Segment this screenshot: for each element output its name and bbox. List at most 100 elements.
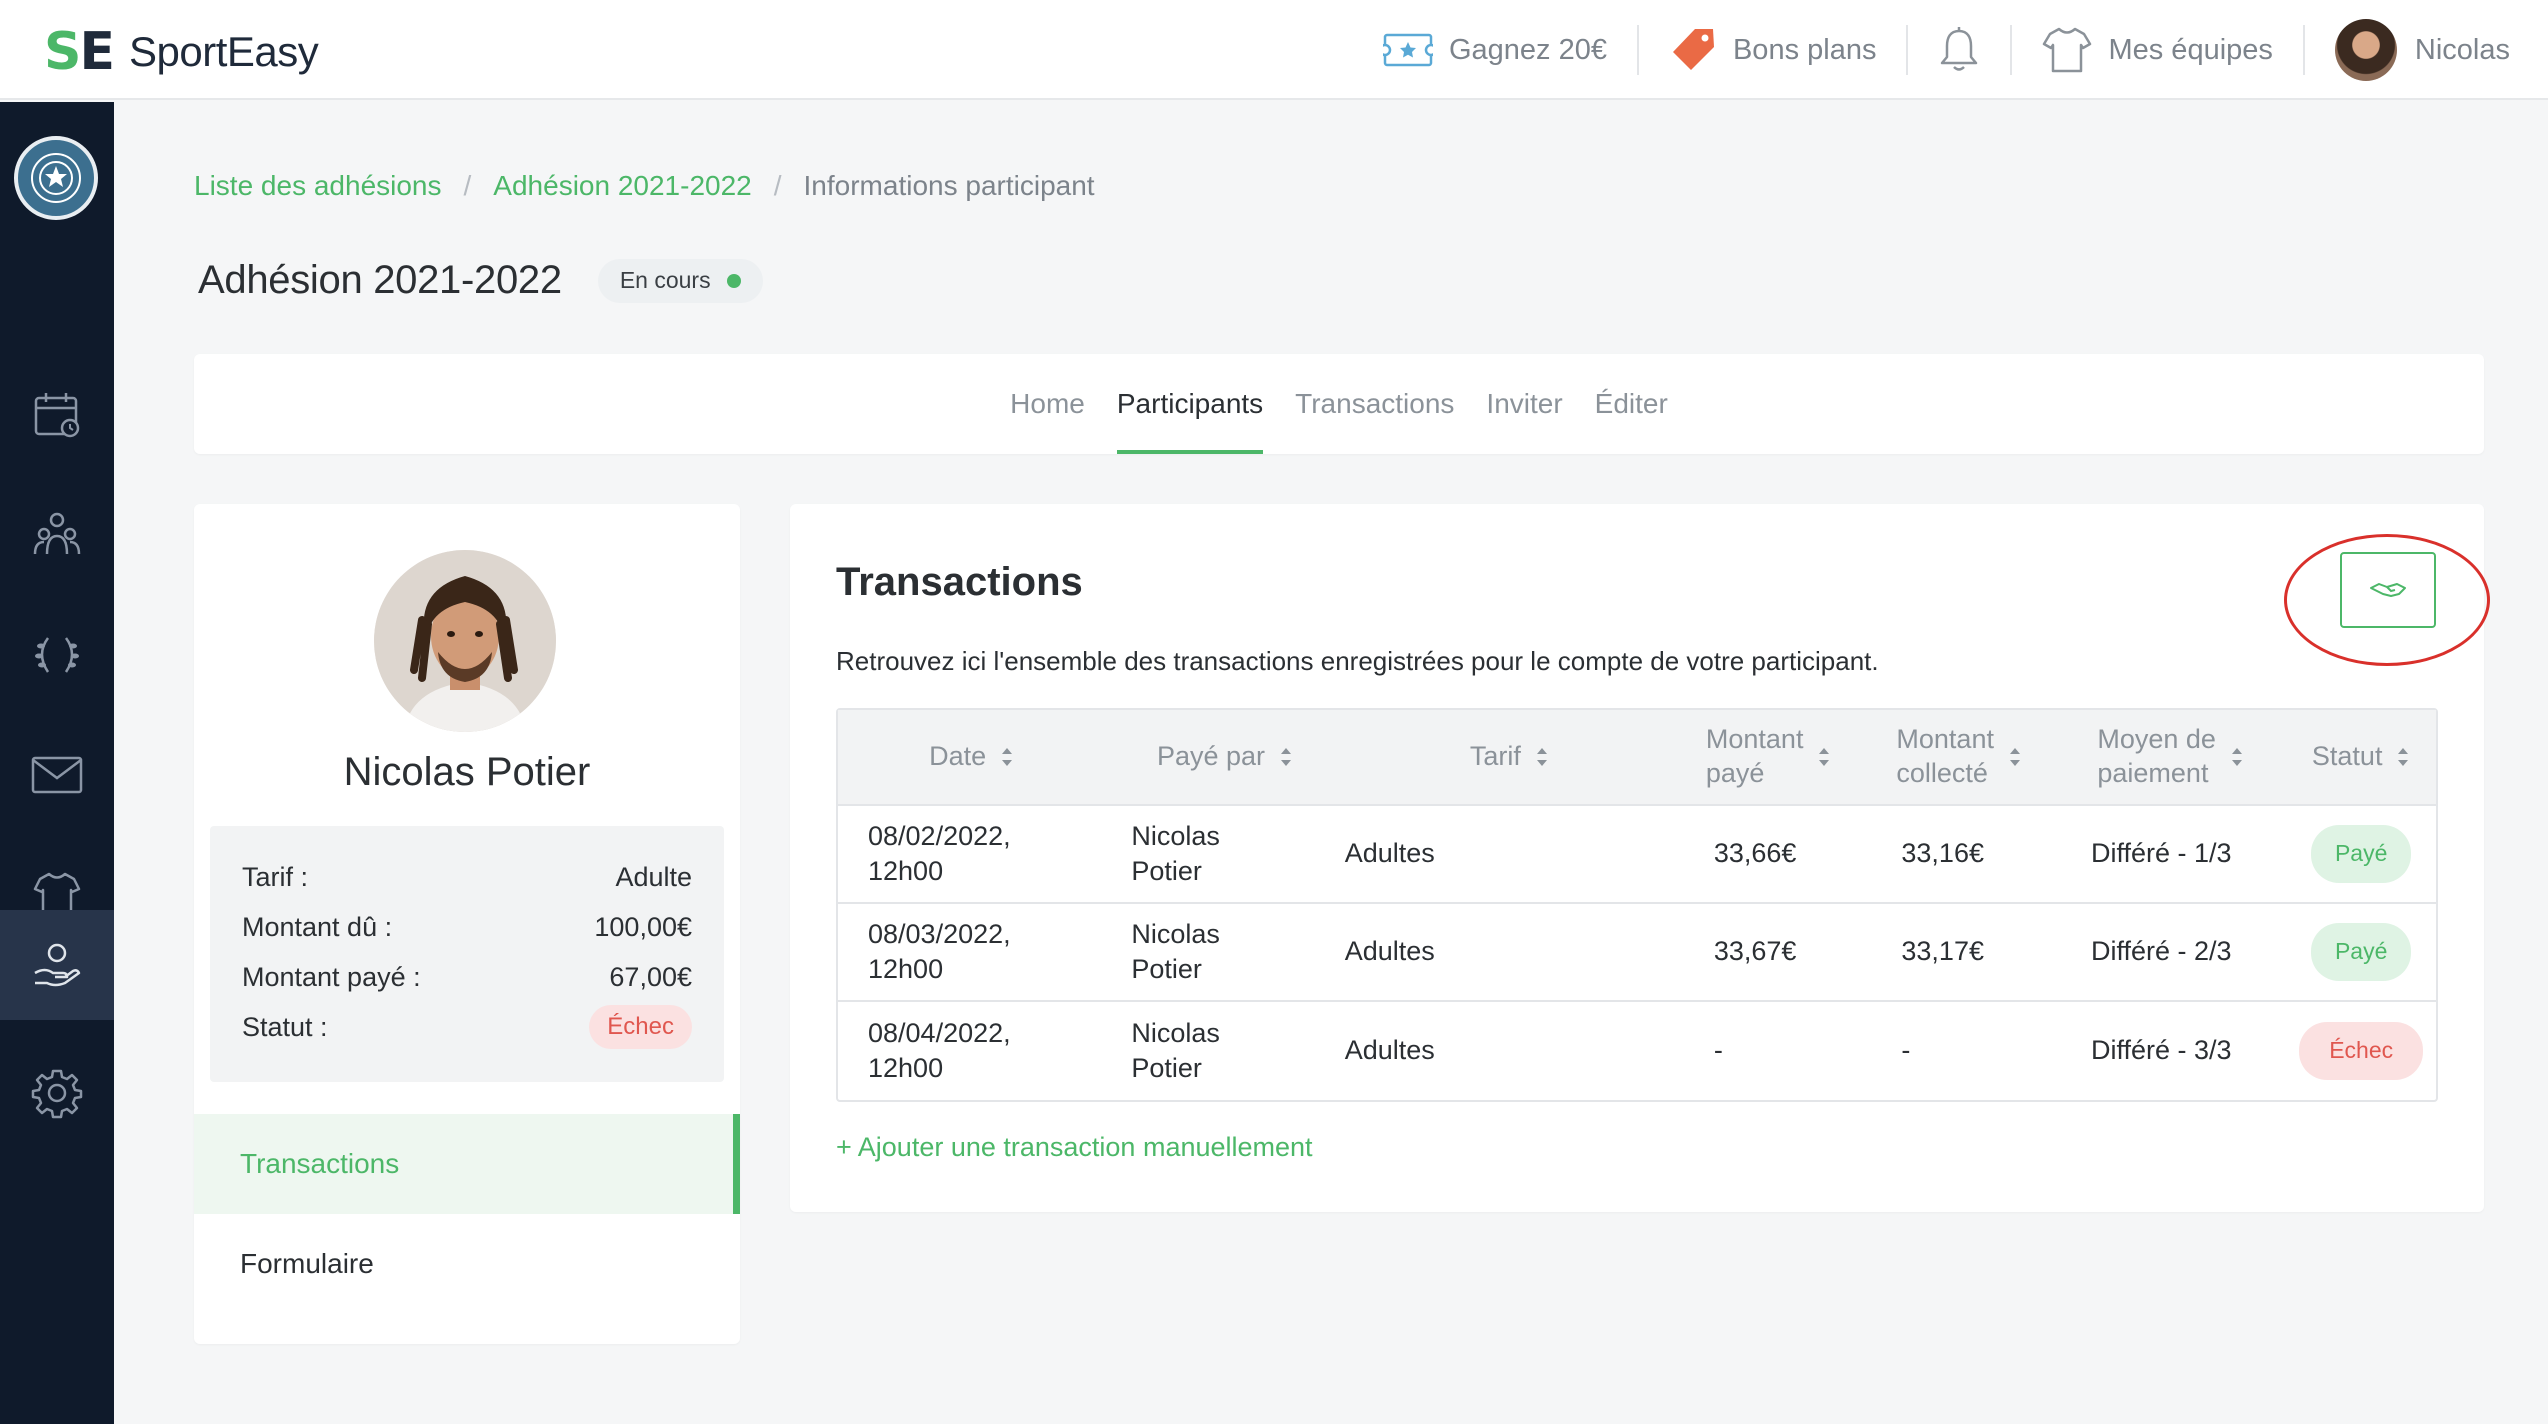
column-label: Moyen de	[2097, 724, 2216, 755]
transactions-table: Date Payé par Tarif Montant payé Montant c…	[836, 708, 2438, 1102]
column-header-date[interactable]: Date	[838, 710, 1105, 804]
sidebar-item-members[interactable]	[0, 480, 114, 590]
breadcrumb-membership[interactable]: Adhésion 2021-2022	[493, 170, 751, 202]
sort-icon	[2398, 748, 2409, 766]
column-header-amount-collected[interactable]: Montant collecté	[1863, 710, 2055, 804]
cell-date: 08/04/2022, 12h00	[838, 1002, 1105, 1100]
deals-link[interactable]: Bons plans	[1639, 0, 1907, 100]
sort-icon	[2009, 748, 2020, 766]
calendar-icon	[34, 393, 80, 438]
status-failed-badge: Échec	[2299, 1022, 2424, 1080]
amount-due-label: Montant dû :	[242, 911, 393, 942]
tarif-row: Tarif : Adulte	[242, 852, 692, 902]
table-row[interactable]: 08/03/2022, 12h00 Nicolas Potier Adultes 3…	[838, 904, 2436, 1002]
sort-icon	[1002, 748, 1013, 766]
page-header: Adhésion 2021-2022 En cours	[198, 258, 763, 303]
tabs: Home Participants Transactions Inviter É…	[194, 354, 2484, 454]
participant-card: Nicolas Potier Tarif : Adulte Montant dû…	[194, 504, 740, 1344]
club-badge[interactable]	[14, 136, 98, 220]
column-header-tarif[interactable]: Tarif	[1345, 710, 1674, 804]
payer-last: Potier	[1131, 856, 1202, 886]
tab-edit[interactable]: Éditer	[1579, 354, 1684, 454]
bell-icon	[1941, 27, 1978, 71]
payer-first: Nicolas	[1131, 918, 1220, 949]
cell-amount-paid: -	[1713, 1035, 1723, 1066]
my-teams-link[interactable]: Mes équipes	[2012, 0, 2302, 100]
table-row[interactable]: 08/04/2022, 12h00 Nicolas Potier Adultes -…	[838, 1002, 2436, 1100]
column-header-payment-method[interactable]: Moyen de paiement	[2055, 710, 2286, 804]
column-label: payé	[1705, 758, 1765, 788]
status-dot	[726, 273, 741, 288]
tab-transactions[interactable]: Transactions	[1279, 354, 1470, 454]
top-nav: Gagnez 20€ Bons plans Mes équipes Nicola…	[1353, 0, 2510, 100]
column-label: Date	[929, 741, 987, 772]
column-header-payer[interactable]: Payé par	[1105, 710, 1344, 804]
transactions-card: Transactions Retrouvez ici l'ensemble de…	[790, 504, 2490, 1212]
breadcrumb-separator: /	[773, 170, 782, 201]
side-menu-transactions[interactable]: Transactions	[194, 1114, 740, 1214]
cell-date: 08/02/2022, 12h00	[838, 806, 1105, 902]
sidebar-item-messages[interactable]	[0, 720, 114, 830]
sort-icon	[1536, 748, 1547, 766]
notifications-button[interactable]	[1908, 0, 2010, 100]
column-label: paiement	[2097, 758, 2209, 788]
tab-home[interactable]: Home	[994, 354, 1101, 454]
status-badge: En cours	[597, 258, 763, 303]
status-badge-label: En cours	[619, 267, 711, 293]
logo-text: SportEasy	[128, 28, 319, 75]
amount-paid-value: 67,00€	[609, 961, 692, 992]
column-label: Montant	[1705, 724, 1804, 755]
cell-amount-paid: 33,67€	[1713, 936, 1797, 967]
jersey-icon	[2043, 27, 2092, 73]
tab-invite[interactable]: Inviter	[1470, 354, 1578, 454]
sort-icon	[1819, 748, 1830, 766]
amount-due-row: Montant dû : 100,00€	[242, 902, 692, 952]
status-row: Statut : Échec	[242, 1002, 692, 1052]
date-line: 08/04/2022,	[868, 1017, 1011, 1048]
cell-status: Payé	[2286, 806, 2436, 902]
side-menu-form[interactable]: Formulaire	[194, 1214, 740, 1314]
user-menu[interactable]: Nicolas	[2305, 0, 2510, 100]
sidebar-item-settings[interactable]	[0, 1038, 114, 1148]
cell-status: Payé	[2286, 904, 2436, 1000]
add-manual-transaction-link[interactable]: + Ajouter une transaction manuellement	[836, 1132, 1313, 1163]
cell-tarif: Adultes	[1344, 936, 1435, 967]
sidebar-item-competitions[interactable]	[0, 600, 114, 710]
top-bar: SE SportEasy Gagnez 20€ Bons plans Mes é…	[0, 0, 2548, 100]
tab-participants[interactable]: Participants	[1101, 354, 1279, 454]
date-line: 08/03/2022,	[868, 918, 1011, 949]
page-title: Adhésion 2021-2022	[198, 258, 562, 302]
sidebar-item-calendar[interactable]	[0, 360, 114, 470]
user-avatar	[2334, 19, 2397, 81]
time-line: 12h00	[868, 856, 944, 886]
sidebar-item-memberships[interactable]	[0, 910, 114, 1020]
table-row[interactable]: 08/02/2022, 12h00 Nicolas Potier Adultes 3…	[838, 806, 2436, 904]
column-label: Statut	[2311, 741, 2383, 772]
status-paid-badge: Payé	[2310, 825, 2412, 883]
sort-icon	[1281, 748, 1292, 766]
participant-summary: Tarif : Adulte Montant dû : 100,00€ Mont…	[210, 826, 724, 1082]
hand-coin-icon	[34, 943, 81, 987]
ticket-icon	[1382, 33, 1433, 67]
cell-amount-collected: 33,16€	[1901, 838, 1984, 869]
column-header-amount-paid[interactable]: Montant payé	[1674, 710, 1864, 804]
cell-payer: Nicolas Potier	[1105, 904, 1344, 1000]
laurel-icon	[35, 637, 79, 673]
payer-first: Nicolas	[1131, 1017, 1220, 1048]
column-header-status[interactable]: Statut	[2286, 710, 2436, 804]
date-line: 08/02/2022,	[868, 820, 1011, 851]
portrait-icon	[374, 550, 556, 732]
breadcrumb-current: Informations participant	[803, 170, 1095, 201]
deals-label: Bons plans	[1732, 33, 1877, 66]
payment-action-button[interactable]	[2340, 552, 2436, 628]
column-label: Montant	[1896, 724, 1994, 755]
referral-link[interactable]: Gagnez 20€	[1353, 0, 1637, 100]
tag-icon	[1672, 29, 1714, 70]
club-star-icon	[31, 153, 81, 203]
sporteasy-logo[interactable]: SE SportEasy	[44, 26, 319, 78]
status-label: Statut :	[242, 1011, 328, 1042]
breadcrumb-memberships-list[interactable]: Liste des adhésions	[194, 170, 442, 202]
referral-label: Gagnez 20€	[1448, 33, 1607, 66]
payer-first: Nicolas	[1131, 820, 1220, 851]
cell-amount-paid: 33,66€	[1713, 838, 1797, 869]
